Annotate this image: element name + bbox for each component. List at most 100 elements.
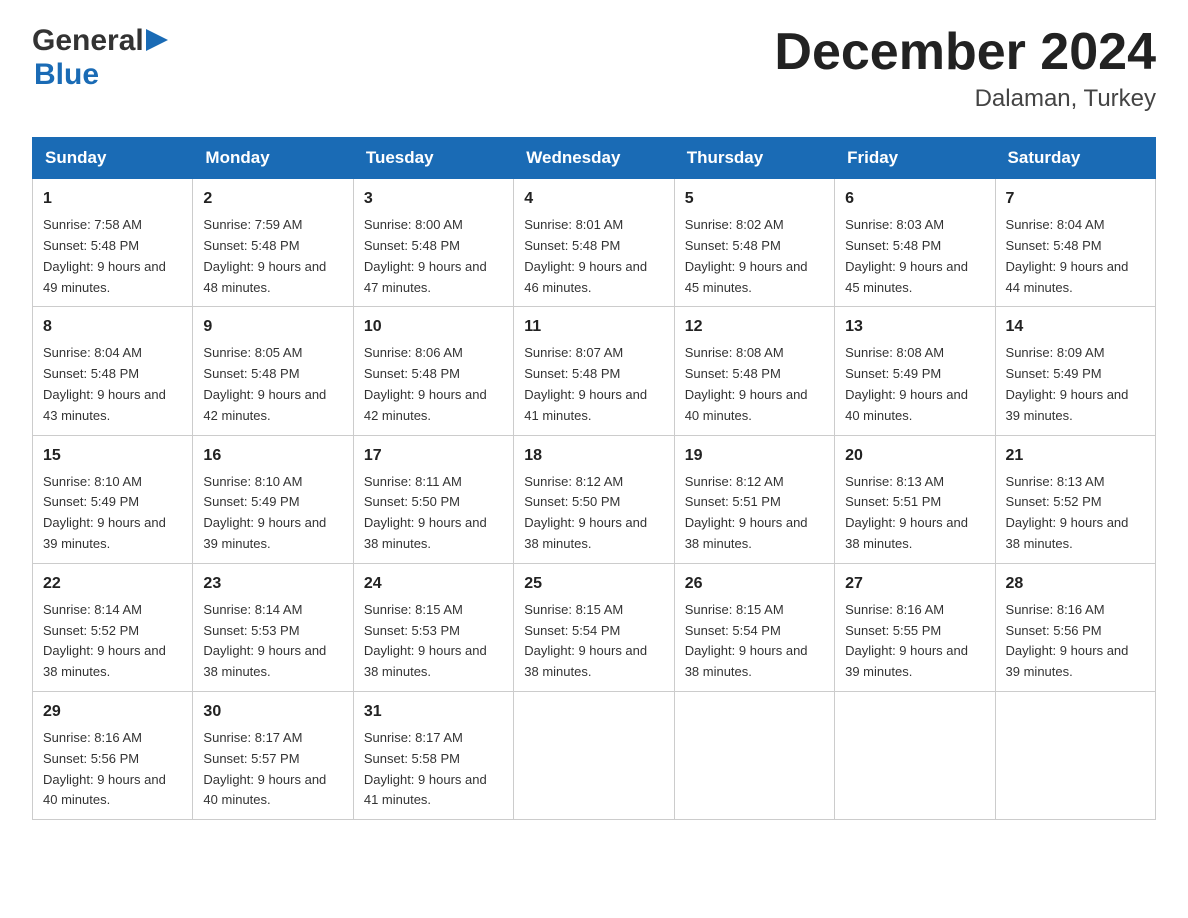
- weekday-header-friday: Friday: [835, 138, 995, 179]
- day-info: Sunrise: 8:15 AMSunset: 5:53 PMDaylight:…: [364, 600, 503, 683]
- calendar-cell: 22 Sunrise: 8:14 AMSunset: 5:52 PMDayligh…: [33, 563, 193, 691]
- weekday-header-row: SundayMondayTuesdayWednesdayThursdayFrid…: [33, 138, 1156, 179]
- day-info: Sunrise: 8:02 AMSunset: 5:48 PMDaylight:…: [685, 215, 824, 298]
- calendar-cell: 6 Sunrise: 8:03 AMSunset: 5:48 PMDaylight…: [835, 179, 995, 307]
- weekday-header-thursday: Thursday: [674, 138, 834, 179]
- day-info: Sunrise: 7:58 AMSunset: 5:48 PMDaylight:…: [43, 215, 182, 298]
- calendar-cell: 16Sunrise: 8:10 AMSunset: 5:49 PMDayligh…: [193, 435, 353, 563]
- day-info: Sunrise: 8:05 AMSunset: 5:48 PMDaylight:…: [203, 343, 342, 426]
- calendar-cell: 23 Sunrise: 8:14 AMSunset: 5:53 PMDayligh…: [193, 563, 353, 691]
- calendar-cell: [835, 691, 995, 819]
- calendar-cell: 1 Sunrise: 7:58 AMSunset: 5:48 PMDaylight…: [33, 179, 193, 307]
- week-row-1: 1 Sunrise: 7:58 AMSunset: 5:48 PMDaylight…: [33, 179, 1156, 307]
- day-info: Sunrise: 8:03 AMSunset: 5:48 PMDaylight:…: [845, 215, 984, 298]
- day-info: Sunrise: 7:59 AMSunset: 5:48 PMDaylight:…: [203, 215, 342, 298]
- logo: General Blue: [32, 24, 168, 92]
- day-info: Sunrise: 8:04 AMSunset: 5:48 PMDaylight:…: [1006, 215, 1145, 298]
- day-info: Sunrise: 8:01 AMSunset: 5:48 PMDaylight:…: [524, 215, 663, 298]
- logo-general-text: General: [32, 24, 144, 58]
- day-info: Sunrise: 8:04 AMSunset: 5:48 PMDaylight:…: [43, 343, 182, 426]
- day-info: Sunrise: 8:16 AMSunset: 5:56 PMDaylight:…: [1006, 600, 1145, 683]
- calendar-cell: 5 Sunrise: 8:02 AMSunset: 5:48 PMDaylight…: [674, 179, 834, 307]
- day-info: Sunrise: 8:09 AMSunset: 5:49 PMDaylight:…: [1006, 343, 1145, 426]
- calendar-cell: 26 Sunrise: 8:15 AMSunset: 5:54 PMDayligh…: [674, 563, 834, 691]
- calendar-cell: 8 Sunrise: 8:04 AMSunset: 5:48 PMDaylight…: [33, 307, 193, 435]
- day-info: Sunrise: 8:07 AMSunset: 5:48 PMDaylight:…: [524, 343, 663, 426]
- day-number: 8: [43, 315, 182, 339]
- calendar-cell: 19 Sunrise: 8:12 AMSunset: 5:51 PMDayligh…: [674, 435, 834, 563]
- calendar-cell: 20Sunrise: 8:13 AMSunset: 5:51 PMDayligh…: [835, 435, 995, 563]
- day-info: Sunrise: 8:06 AMSunset: 5:48 PMDaylight:…: [364, 343, 503, 426]
- calendar-cell: 25 Sunrise: 8:15 AMSunset: 5:54 PMDayligh…: [514, 563, 674, 691]
- calendar-cell: 27 Sunrise: 8:16 AMSunset: 5:55 PMDayligh…: [835, 563, 995, 691]
- day-number: 9: [203, 315, 342, 339]
- day-info: Sunrise: 8:13 AMSunset: 5:52 PMDaylight:…: [1006, 472, 1145, 555]
- day-number: 17: [364, 444, 503, 468]
- day-number: 22: [43, 572, 182, 596]
- day-info: Sunrise: 8:16 AMSunset: 5:56 PMDaylight:…: [43, 728, 182, 811]
- weekday-header-sunday: Sunday: [33, 138, 193, 179]
- calendar-cell: [514, 691, 674, 819]
- day-info: Sunrise: 8:10 AMSunset: 5:49 PMDaylight:…: [203, 472, 342, 555]
- day-number: 19: [685, 444, 824, 468]
- day-number: 4: [524, 187, 663, 211]
- day-info: Sunrise: 8:12 AMSunset: 5:51 PMDaylight:…: [685, 472, 824, 555]
- calendar-cell: 2 Sunrise: 7:59 AMSunset: 5:48 PMDaylight…: [193, 179, 353, 307]
- day-number: 18: [524, 444, 663, 468]
- logo-blue-text: Blue: [34, 58, 99, 91]
- day-info: Sunrise: 8:17 AMSunset: 5:58 PMDaylight:…: [364, 728, 503, 811]
- day-info: Sunrise: 8:15 AMSunset: 5:54 PMDaylight:…: [524, 600, 663, 683]
- day-number: 13: [845, 315, 984, 339]
- calendar-cell: 10Sunrise: 8:06 AMSunset: 5:48 PMDayligh…: [353, 307, 513, 435]
- day-number: 15: [43, 444, 182, 468]
- calendar-cell: 17Sunrise: 8:11 AMSunset: 5:50 PMDayligh…: [353, 435, 513, 563]
- day-info: Sunrise: 8:14 AMSunset: 5:53 PMDaylight:…: [203, 600, 342, 683]
- calendar-table: SundayMondayTuesdayWednesdayThursdayFrid…: [32, 137, 1156, 820]
- day-number: 26: [685, 572, 824, 596]
- day-number: 25: [524, 572, 663, 596]
- calendar-cell: 4 Sunrise: 8:01 AMSunset: 5:48 PMDaylight…: [514, 179, 674, 307]
- week-row-3: 15 Sunrise: 8:10 AMSunset: 5:49 PMDayligh…: [33, 435, 1156, 563]
- day-number: 1: [43, 187, 182, 211]
- day-info: Sunrise: 8:16 AMSunset: 5:55 PMDaylight:…: [845, 600, 984, 683]
- calendar-cell: 18Sunrise: 8:12 AMSunset: 5:50 PMDayligh…: [514, 435, 674, 563]
- day-number: 21: [1006, 444, 1145, 468]
- week-row-2: 8 Sunrise: 8:04 AMSunset: 5:48 PMDaylight…: [33, 307, 1156, 435]
- day-info: Sunrise: 8:14 AMSunset: 5:52 PMDaylight:…: [43, 600, 182, 683]
- calendar-cell: 28 Sunrise: 8:16 AMSunset: 5:56 PMDayligh…: [995, 563, 1155, 691]
- calendar-cell: 15 Sunrise: 8:10 AMSunset: 5:49 PMDayligh…: [33, 435, 193, 563]
- day-number: 2: [203, 187, 342, 211]
- day-info: Sunrise: 8:17 AMSunset: 5:57 PMDaylight:…: [203, 728, 342, 811]
- calendar-cell: 11Sunrise: 8:07 AMSunset: 5:48 PMDayligh…: [514, 307, 674, 435]
- calendar-cell: 31 Sunrise: 8:17 AMSunset: 5:58 PMDayligh…: [353, 691, 513, 819]
- day-number: 3: [364, 187, 503, 211]
- week-row-5: 29 Sunrise: 8:16 AMSunset: 5:56 PMDayligh…: [33, 691, 1156, 819]
- day-number: 20: [845, 444, 984, 468]
- title-block: December 2024 Dalaman, Turkey: [774, 24, 1156, 113]
- day-number: 27: [845, 572, 984, 596]
- day-number: 29: [43, 700, 182, 724]
- calendar-cell: [674, 691, 834, 819]
- location-title: Dalaman, Turkey: [774, 85, 1156, 113]
- day-number: 23: [203, 572, 342, 596]
- weekday-header-saturday: Saturday: [995, 138, 1155, 179]
- day-number: 6: [845, 187, 984, 211]
- logo-arrow-icon: [146, 29, 168, 51]
- calendar-cell: 13 Sunrise: 8:08 AMSunset: 5:49 PMDayligh…: [835, 307, 995, 435]
- day-info: Sunrise: 8:10 AMSunset: 5:49 PMDaylight:…: [43, 472, 182, 555]
- page-header: General Blue December 2024 Dalaman, Turk…: [32, 24, 1156, 113]
- weekday-header-tuesday: Tuesday: [353, 138, 513, 179]
- day-info: Sunrise: 8:08 AMSunset: 5:49 PMDaylight:…: [845, 343, 984, 426]
- day-number: 5: [685, 187, 824, 211]
- day-info: Sunrise: 8:08 AMSunset: 5:48 PMDaylight:…: [685, 343, 824, 426]
- day-info: Sunrise: 8:15 AMSunset: 5:54 PMDaylight:…: [685, 600, 824, 683]
- calendar-cell: 21 Sunrise: 8:13 AMSunset: 5:52 PMDayligh…: [995, 435, 1155, 563]
- day-number: 28: [1006, 572, 1145, 596]
- weekday-header-monday: Monday: [193, 138, 353, 179]
- day-number: 24: [364, 572, 503, 596]
- calendar-cell: 12Sunrise: 8:08 AMSunset: 5:48 PMDayligh…: [674, 307, 834, 435]
- day-number: 7: [1006, 187, 1145, 211]
- day-info: Sunrise: 8:00 AMSunset: 5:48 PMDaylight:…: [364, 215, 503, 298]
- day-number: 31: [364, 700, 503, 724]
- week-row-4: 22 Sunrise: 8:14 AMSunset: 5:52 PMDayligh…: [33, 563, 1156, 691]
